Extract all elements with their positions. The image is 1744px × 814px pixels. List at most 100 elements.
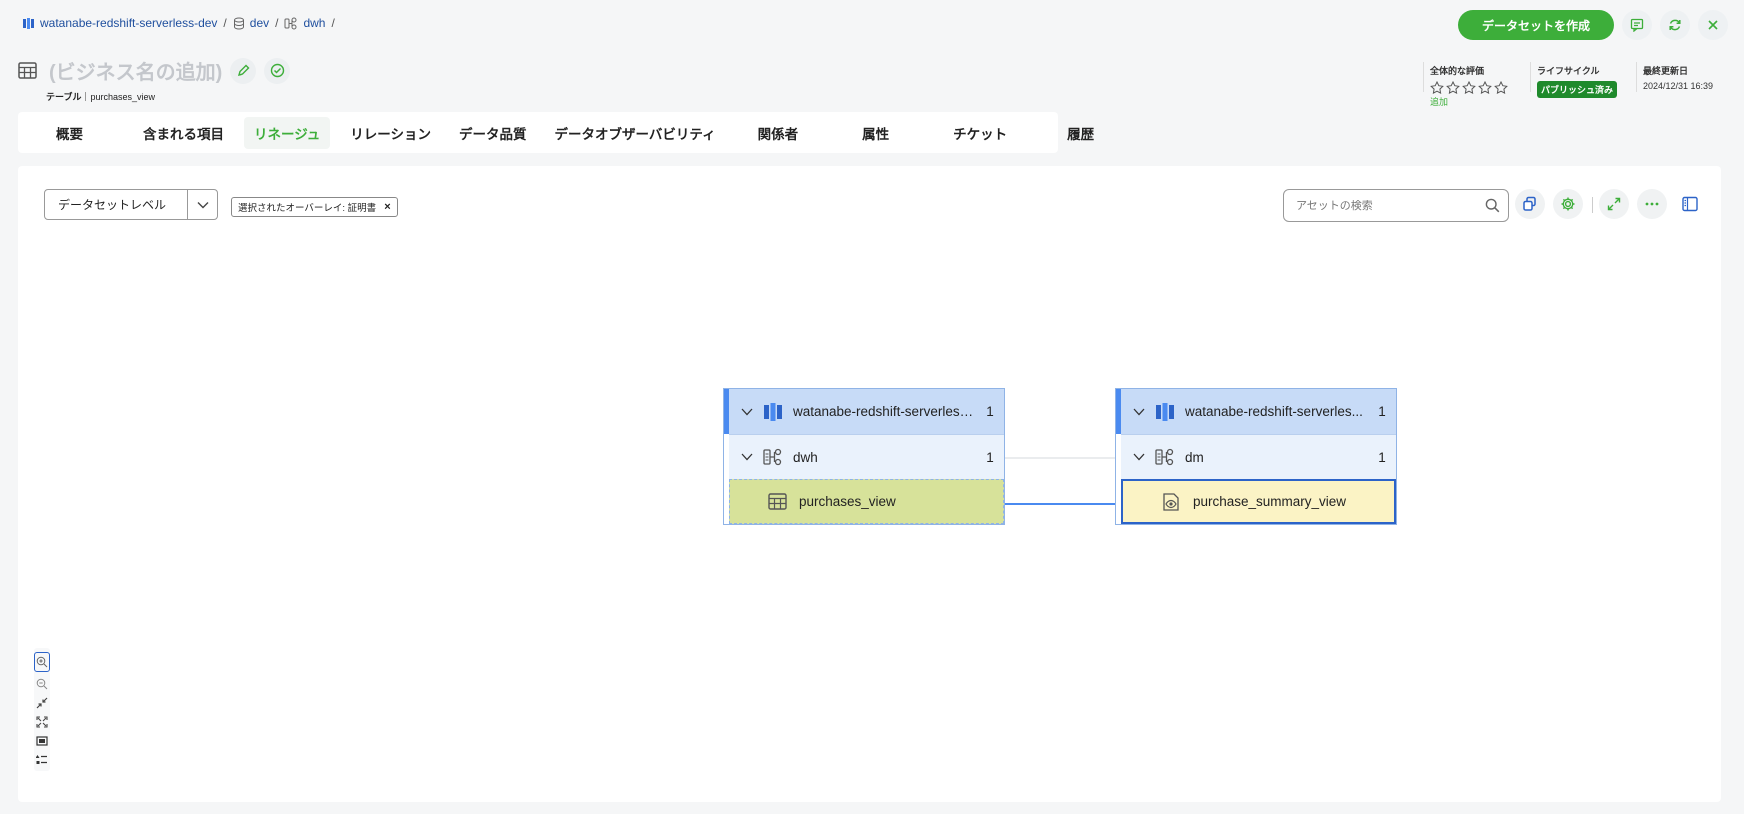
node-asset-row-current[interactable]: purchases_view xyxy=(729,479,1004,524)
node-schema-row[interactable]: dwh 1 xyxy=(729,434,1004,479)
node-schema-name: dm xyxy=(1185,449,1204,465)
node-schema-count: 1 xyxy=(986,449,994,465)
meta-divider xyxy=(1636,62,1637,92)
page-title[interactable]: (ビジネス名の追加) xyxy=(49,56,222,85)
node-source-count: 1 xyxy=(986,404,994,419)
tab-history[interactable]: 履歴 xyxy=(1057,117,1104,149)
comment-button[interactable] xyxy=(1622,10,1652,40)
lineage-node-target: watanabe-redshift-serverles... 1 dm 1 pu… xyxy=(1115,388,1397,525)
tab-data-observability[interactable]: データオブザーバビリティ xyxy=(545,117,726,149)
view-icon xyxy=(1163,492,1179,511)
breadcrumb-item-database[interactable]: dev xyxy=(233,16,269,30)
last-updated: 最終更新日 2024/12/31 16:39 xyxy=(1643,64,1713,91)
zoom-in-button[interactable] xyxy=(34,652,50,672)
asset-technical-name: purchases_view xyxy=(90,91,156,102)
breadcrumb-separator: / xyxy=(331,16,335,30)
breadcrumb-label: watanabe-redshift-serverless-dev xyxy=(40,16,218,30)
pencil-icon xyxy=(237,64,250,77)
tab-bar: 概要 含まれる項目 リネージュ リレーション データ品質 データオブザーバビリテ… xyxy=(18,112,1094,153)
star-icon xyxy=(1430,81,1444,94)
redshift-icon xyxy=(23,17,34,29)
legend-button[interactable] xyxy=(35,753,49,767)
tab-tickets[interactable]: チケット xyxy=(943,117,1017,149)
lifecycle-status-badge[interactable]: パブリッシュ済み xyxy=(1537,81,1618,98)
table-icon xyxy=(18,62,37,79)
breadcrumb-label: dev xyxy=(249,16,270,30)
schema-icon xyxy=(1155,448,1174,466)
star-icon xyxy=(1494,81,1508,94)
certified-check-icon xyxy=(270,63,285,78)
node-source-header[interactable]: watanabe-redshift-serverless... 1 xyxy=(724,389,1004,434)
refresh-icon xyxy=(1669,19,1681,31)
tab-contained-items[interactable]: 含まれる項目 xyxy=(133,117,234,149)
node-source-name: watanabe-redshift-serverles... xyxy=(1185,404,1363,419)
tab-data-quality[interactable]: データ品質 xyxy=(449,117,537,149)
database-icon xyxy=(233,17,244,30)
canvas-controls xyxy=(34,648,50,771)
close-icon xyxy=(1708,20,1718,30)
tab-attributes[interactable]: 属性 xyxy=(852,117,899,149)
redshift-icon xyxy=(764,402,782,421)
collapse-caret-icon[interactable] xyxy=(741,453,755,461)
tab-lineage[interactable]: リネージュ xyxy=(244,116,331,149)
lineage-panel: データセットレベル 選択されたオーバーレイ: 証明書 × アセットの検索 wat… xyxy=(18,166,1721,802)
lifecycle-label: ライフサイクル xyxy=(1537,66,1600,76)
breadcrumb-separator: / xyxy=(275,16,279,30)
breadcrumb-item-source[interactable]: watanabe-redshift-serverless-dev xyxy=(22,16,217,30)
edit-name-button[interactable] xyxy=(230,57,257,84)
rating-stars[interactable] xyxy=(1430,81,1508,94)
collapse-caret-icon[interactable] xyxy=(1133,453,1147,461)
star-icon xyxy=(1446,81,1460,94)
tab-stakeholders[interactable]: 関係者 xyxy=(748,117,809,149)
comment-icon xyxy=(1630,18,1644,32)
node-source-name: watanabe-redshift-serverless... xyxy=(793,404,976,419)
node-schema-row[interactable]: dm 1 xyxy=(1121,434,1396,479)
meta-divider xyxy=(1530,62,1531,92)
top-actions: データセットを作成 xyxy=(1458,10,1728,40)
schema-icon xyxy=(284,17,297,29)
lineage-node-source: watanabe-redshift-serverless... 1 dwh 1 … xyxy=(723,388,1005,525)
legend-icon xyxy=(36,755,47,764)
breadcrumb-separator: / xyxy=(223,16,227,30)
star-icon xyxy=(1478,81,1492,94)
refresh-button[interactable] xyxy=(1660,10,1690,40)
overall-rating: 全体的な評価 追加 xyxy=(1430,64,1508,108)
certify-button[interactable] xyxy=(264,57,291,84)
collapse-caret-icon[interactable] xyxy=(1133,408,1147,416)
breadcrumb-label: dwh xyxy=(303,16,326,30)
node-source-count: 1 xyxy=(1378,404,1386,419)
asset-type-label: テーブル xyxy=(46,92,82,102)
zoom-out-icon xyxy=(36,678,48,690)
subtitle-divider xyxy=(85,92,87,101)
node-asset-name: purchase_summary_view xyxy=(1193,494,1347,509)
breadcrumb: watanabe-redshift-serverless-dev / dev /… xyxy=(22,16,341,30)
last-updated-value: 2024/12/31 16:39 xyxy=(1643,81,1714,91)
collapse-arrows-icon xyxy=(36,697,48,709)
rating-label: 全体的な評価 xyxy=(1430,66,1485,76)
title-row: (ビジネス名の追加) xyxy=(18,56,291,85)
tab-relations[interactable]: リレーション xyxy=(340,117,441,149)
node-schema-name: dwh xyxy=(793,449,818,465)
breadcrumb-item-schema[interactable]: dwh xyxy=(284,16,325,30)
redshift-icon xyxy=(1156,402,1174,421)
last-updated-label: 最終更新日 xyxy=(1643,66,1689,76)
fit-to-screen-button[interactable] xyxy=(35,715,49,729)
meta-divider xyxy=(1423,62,1424,92)
minimap-button[interactable] xyxy=(35,734,49,748)
close-button[interactable] xyxy=(1698,10,1728,40)
tab-overview[interactable]: 概要 xyxy=(46,117,93,149)
zoom-out-button[interactable] xyxy=(35,677,49,691)
zoom-in-icon xyxy=(36,656,48,668)
create-dataset-button[interactable]: データセットを作成 xyxy=(1458,10,1614,40)
collapse-caret-icon[interactable] xyxy=(741,408,755,416)
node-schema-count: 1 xyxy=(1378,449,1386,465)
minimap-icon xyxy=(36,736,48,746)
lifecycle: ライフサイクル パブリッシュ済み xyxy=(1537,64,1618,98)
fit-screen-icon xyxy=(36,716,48,728)
add-rating-link[interactable]: 追加 xyxy=(1430,95,1508,108)
asset-subtitle: テーブル purchases_view xyxy=(46,90,155,103)
node-source-header[interactable]: watanabe-redshift-serverles... 1 xyxy=(1116,389,1396,434)
node-asset-name: purchases_view xyxy=(799,494,896,509)
node-asset-row-downstream[interactable]: purchase_summary_view xyxy=(1121,479,1396,524)
collapse-all-button[interactable] xyxy=(35,696,49,710)
